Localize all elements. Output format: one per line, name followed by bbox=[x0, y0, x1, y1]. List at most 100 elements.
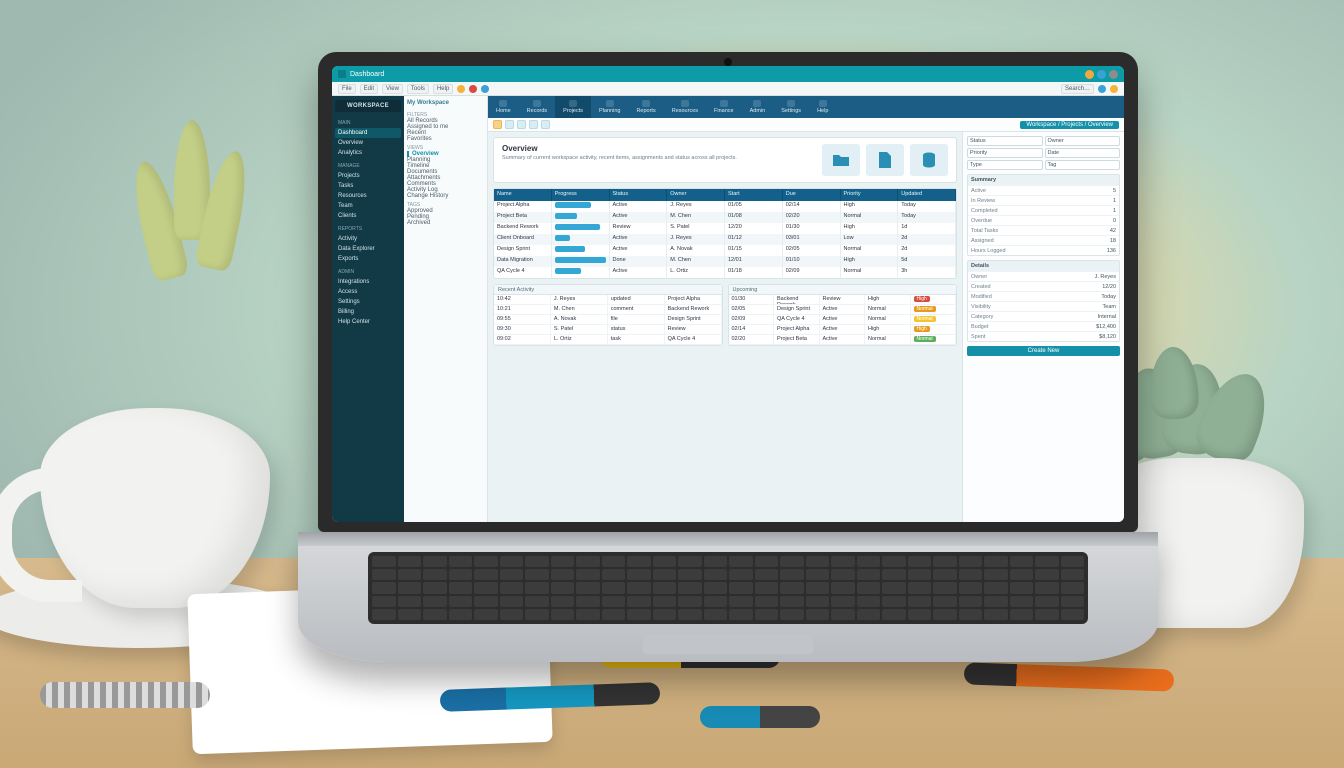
sidebar-item[interactable]: Data Explorer bbox=[335, 244, 401, 254]
ribbon-tab[interactable]: Finance bbox=[706, 96, 742, 118]
menu-view[interactable]: View bbox=[382, 84, 403, 94]
sidebar-section-header: Admin bbox=[335, 267, 401, 277]
filter-input[interactable]: Date bbox=[1045, 148, 1121, 158]
ribbon-tab[interactable]: Settings bbox=[773, 96, 809, 118]
info-row: Completed1 bbox=[968, 205, 1119, 215]
filter-input[interactable]: Type bbox=[967, 160, 1043, 170]
activity-cell: 09:30 bbox=[494, 325, 551, 335]
breadcrumb-path[interactable]: Workspace / Projects / Overview bbox=[1020, 121, 1119, 129]
sidebar-item[interactable]: Dashboard bbox=[335, 128, 401, 138]
progress-bar bbox=[555, 257, 606, 263]
list-icon[interactable] bbox=[505, 120, 514, 129]
create-button[interactable]: Create New bbox=[967, 346, 1120, 356]
info-value: Team bbox=[1103, 304, 1116, 310]
column-header[interactable]: Status bbox=[610, 189, 668, 201]
activity-row[interactable]: 10:42J. ReyesupdatedProject Alpha bbox=[494, 295, 722, 305]
ribbon-tab[interactable]: Admin bbox=[742, 96, 774, 118]
ribbon-tab[interactable]: Reports bbox=[628, 96, 663, 118]
table-row[interactable]: Backend ReworkReviewS. Patel12/2001/30Hi… bbox=[494, 223, 956, 234]
grid-icon[interactable] bbox=[517, 120, 526, 129]
sidebar-item[interactable]: Overview bbox=[335, 138, 401, 148]
table-cell: Normal bbox=[841, 267, 899, 278]
sub-toolbar: Workspace / Projects / Overview bbox=[488, 118, 1124, 132]
activity-row[interactable]: 09:55A. NovakfileDesign Sprint bbox=[494, 315, 722, 325]
sidebar-item[interactable]: Access bbox=[335, 287, 401, 297]
ribbon-tab[interactable]: Planning bbox=[591, 96, 628, 118]
subnav-item[interactable]: Favorites bbox=[407, 136, 484, 142]
ribbon-tab[interactable]: Records bbox=[519, 96, 555, 118]
table-row[interactable]: Data MigrationDoneM. Chen12/0101/10High5… bbox=[494, 256, 956, 267]
refresh-icon[interactable] bbox=[1098, 85, 1106, 93]
activity-row[interactable]: 09:30S. PatelstatusReview bbox=[494, 325, 722, 335]
activity-row[interactable]: 10:21M. ChencommentBackend Rework bbox=[494, 305, 722, 315]
sidebar-item[interactable]: Help Center bbox=[335, 317, 401, 327]
sidebar-item[interactable]: Billing bbox=[335, 307, 401, 317]
activity-cell: L. Ortiz bbox=[551, 335, 608, 345]
ribbon-tab[interactable]: Help bbox=[809, 96, 836, 118]
column-header[interactable]: Priority bbox=[841, 189, 899, 201]
menu-help[interactable]: Help bbox=[433, 84, 453, 94]
upcoming-row[interactable]: 02/05Design SprintActiveNormalNormal bbox=[729, 305, 957, 315]
table-row[interactable]: Project BetaActiveM. Chen01/0802/20Norma… bbox=[494, 212, 956, 223]
sidebar-item[interactable]: Activity bbox=[335, 234, 401, 244]
table-row[interactable]: Client OnboardActiveJ. Reyes01/1203/01Lo… bbox=[494, 234, 956, 245]
sidebar-item[interactable]: Settings bbox=[335, 297, 401, 307]
sidebar-section-header: Reports bbox=[335, 224, 401, 234]
sidebar-item[interactable]: Projects bbox=[335, 171, 401, 181]
settings-icon[interactable] bbox=[1109, 70, 1118, 79]
info-value: 0 bbox=[1113, 218, 1116, 224]
filter-icon[interactable] bbox=[529, 120, 538, 129]
progress-bar bbox=[555, 268, 581, 274]
progress-bar bbox=[555, 246, 585, 252]
column-header[interactable]: Updated bbox=[898, 189, 956, 201]
subnav-item[interactable]: Change History bbox=[407, 193, 484, 199]
upcoming-row[interactable]: 01/30Backend ReworkReviewHighHigh bbox=[729, 295, 957, 305]
ribbon-tab[interactable]: Resources bbox=[664, 96, 706, 118]
upcoming-row[interactable]: 02/09QA Cycle 4ActiveNormalNormal bbox=[729, 315, 957, 325]
info-label: Total Tasks bbox=[971, 228, 1110, 234]
menu-edit[interactable]: Edit bbox=[360, 84, 378, 94]
column-header[interactable]: Start bbox=[725, 189, 783, 201]
column-header[interactable]: Name bbox=[494, 189, 552, 201]
sidebar-item[interactable]: Tasks bbox=[335, 181, 401, 191]
sidebar-item[interactable]: Team bbox=[335, 201, 401, 211]
sidebar-item[interactable]: Clients bbox=[335, 211, 401, 221]
star-icon[interactable] bbox=[493, 120, 502, 129]
table-row[interactable]: Project AlphaActiveJ. Reyes01/0502/14Hig… bbox=[494, 201, 956, 212]
column-header[interactable]: Owner bbox=[667, 189, 725, 201]
table-cell bbox=[552, 201, 610, 212]
filter-input[interactable]: Priority bbox=[967, 148, 1043, 158]
table-cell bbox=[552, 267, 610, 278]
sidebar-item[interactable]: Integrations bbox=[335, 277, 401, 287]
activity-row[interactable]: 09:02L. OrtiztaskQA Cycle 4 bbox=[494, 335, 722, 345]
activity-cell: 10:42 bbox=[494, 295, 551, 305]
filter-input[interactable]: Status bbox=[967, 136, 1043, 146]
sidebar-item[interactable]: Resources bbox=[335, 191, 401, 201]
column-header[interactable]: Progress bbox=[552, 189, 610, 201]
sidebar-item[interactable]: Exports bbox=[335, 254, 401, 264]
activity-cell: Design Sprint bbox=[665, 315, 722, 325]
upcoming-row[interactable]: 02/14Project AlphaActiveHighHigh bbox=[729, 325, 957, 335]
tab-icon bbox=[569, 100, 577, 107]
breadcrumb: My Workspace bbox=[407, 100, 484, 106]
ribbon-tab[interactable]: Projects bbox=[555, 96, 591, 118]
sidebar-item[interactable]: Analytics bbox=[335, 148, 401, 158]
subnav-item[interactable]: Archived bbox=[407, 220, 484, 226]
column-header[interactable]: Due bbox=[783, 189, 841, 201]
info-value: 136 bbox=[1107, 248, 1116, 254]
sync-icon[interactable] bbox=[1110, 85, 1118, 93]
menu-tools[interactable]: Tools bbox=[407, 84, 429, 94]
filter-input[interactable]: Owner bbox=[1045, 136, 1121, 146]
search-input[interactable]: Search… bbox=[1061, 84, 1094, 94]
sort-icon[interactable] bbox=[541, 120, 550, 129]
menu-file[interactable]: File bbox=[338, 84, 356, 94]
info-row: Total Tasks42 bbox=[968, 225, 1119, 235]
overview-panel: Overview Summary of current workspace ac… bbox=[493, 137, 957, 183]
ribbon-tab[interactable]: Home bbox=[488, 96, 519, 118]
avatar-icon[interactable] bbox=[1085, 70, 1094, 79]
upcoming-row[interactable]: 02/20Project BetaActiveNormalNormal bbox=[729, 335, 957, 345]
table-row[interactable]: QA Cycle 4ActiveL. Ortiz01/1802/09Normal… bbox=[494, 267, 956, 278]
table-row[interactable]: Design SprintActiveA. Novak01/1502/05Nor… bbox=[494, 245, 956, 256]
notification-icon[interactable] bbox=[1097, 70, 1106, 79]
filter-input[interactable]: Tag bbox=[1045, 160, 1121, 170]
